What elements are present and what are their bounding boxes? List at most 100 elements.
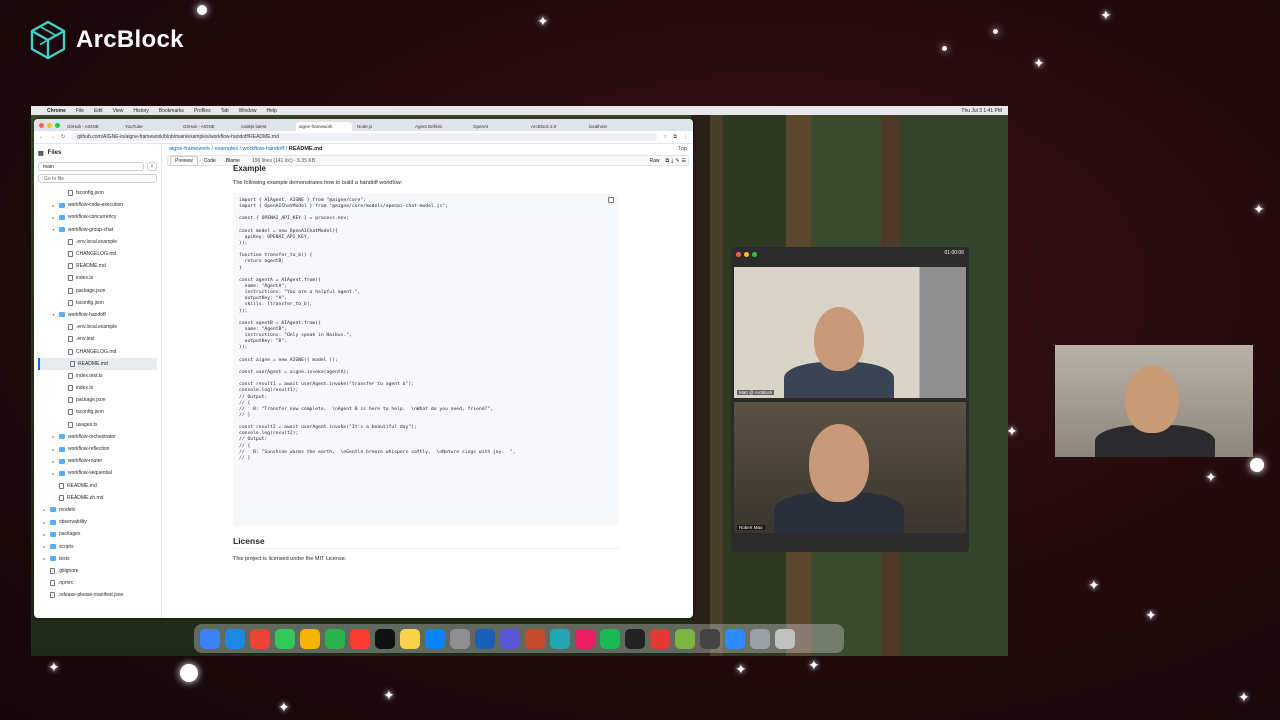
- browser-tab[interactable]: Node.js: [354, 122, 410, 131]
- terminal-icon[interactable]: [625, 628, 645, 649]
- notes-icon[interactable]: [400, 628, 420, 649]
- menu-item[interactable]: Window: [239, 108, 257, 114]
- outline-list-icon[interactable]: ☰: [682, 158, 686, 164]
- url-field[interactable]: github.com/AIGNE-io/aigne-framework/blob…: [71, 133, 657, 141]
- menu-item[interactable]: Help: [266, 108, 276, 114]
- tree-file[interactable]: package.json: [38, 285, 157, 297]
- settings-icon[interactable]: [450, 628, 470, 649]
- star-bookmark-icon[interactable]: ☆: [663, 134, 667, 140]
- cursor-icon[interactable]: [500, 628, 520, 649]
- slack-icon[interactable]: [575, 628, 595, 649]
- top-link[interactable]: Top: [678, 146, 687, 152]
- minimize-call-window-button[interactable]: [744, 252, 749, 257]
- powerpoint-icon[interactable]: [650, 628, 670, 649]
- tree-folder[interactable]: ▸ workflow-reflection: [38, 443, 157, 455]
- menu-item[interactable]: Profiles: [194, 108, 211, 114]
- browser-tab[interactable]: Agent Definiti: [412, 122, 468, 131]
- go-to-file-input[interactable]: Go to file: [38, 174, 157, 183]
- reload-icon[interactable]: ↻: [61, 134, 65, 140]
- tree-folder[interactable]: ▸ tests: [38, 553, 157, 565]
- arcblock-app-icon[interactable]: [525, 628, 545, 649]
- tree-folder[interactable]: ▾ workflow-handoff: [38, 309, 157, 321]
- tree-file[interactable]: index.test.ts: [38, 370, 157, 382]
- tree-file[interactable]: tsconfig.json: [38, 406, 157, 418]
- app-icon[interactable]: [675, 628, 695, 649]
- sidebar-toggle-icon[interactable]: ▤: [38, 150, 44, 157]
- branch-selector[interactable]: main: [38, 162, 144, 171]
- spotify-icon[interactable]: [600, 628, 620, 649]
- search-icon[interactable]: ⌕: [147, 162, 157, 171]
- tree-file[interactable]: README.md: [38, 260, 157, 272]
- tree-file[interactable]: CHANGELOG.md: [38, 248, 157, 260]
- tree-file[interactable]: tsconfig.json: [38, 297, 157, 309]
- tree-folder[interactable]: ▸ workflow-sequential: [38, 467, 157, 479]
- zoom-call-window-button[interactable]: [752, 252, 757, 257]
- tab-preview[interactable]: Preview: [170, 155, 198, 166]
- tree-file[interactable]: index.ts: [38, 382, 157, 394]
- appletv-icon[interactable]: [375, 628, 395, 649]
- tree-folder[interactable]: ▸ models: [38, 504, 157, 516]
- zoom-icon[interactable]: [725, 628, 745, 649]
- browser-tab[interactable]: GitHub - AIGNE: [180, 122, 236, 131]
- breadcrumb-path[interactable]: / examples / workflow-handoff /: [210, 146, 289, 152]
- calendar-icon[interactable]: [350, 628, 370, 649]
- app-icon[interactable]: [700, 628, 720, 649]
- browser-tab[interactable]: OpenAI: [470, 122, 526, 131]
- app-icon[interactable]: [550, 628, 570, 649]
- menubar-clock[interactable]: Thu Jul 3 1:41 PM: [961, 108, 1008, 114]
- copy-raw-icon[interactable]: ⧉: [666, 158, 670, 164]
- menu-item[interactable]: View: [113, 108, 124, 114]
- tree-folder[interactable]: ▸ packages: [38, 528, 157, 540]
- tree-file[interactable]: README.md: [38, 357, 157, 370]
- finder-icon[interactable]: [200, 628, 220, 649]
- tree-file[interactable]: index.ts: [38, 272, 157, 284]
- close-window-button[interactable]: [39, 123, 44, 128]
- participant-video[interactable]: Robert Mao: [734, 402, 966, 533]
- preview-icon[interactable]: [750, 628, 770, 649]
- menu-item[interactable]: Bookmarks: [159, 108, 184, 114]
- chrome-icon[interactable]: [250, 628, 270, 649]
- browser-tab[interactable]: GitHub - AIGNE: [64, 122, 120, 131]
- facetime-icon[interactable]: [325, 628, 345, 649]
- edit-pencil-icon[interactable]: ✎: [675, 158, 679, 164]
- tree-folder[interactable]: ▸ observability: [38, 516, 157, 528]
- tree-file[interactable]: .release-please-manifest.json: [38, 589, 157, 601]
- tree-file[interactable]: usages.ts: [38, 419, 157, 431]
- tree-file[interactable]: CHANGELOG.md: [38, 345, 157, 357]
- tree-folder[interactable]: ▸ workflow-orchestrator: [38, 431, 157, 443]
- tab-code[interactable]: Code: [200, 157, 220, 165]
- menu-item[interactable]: File: [76, 108, 84, 114]
- more-menu-icon[interactable]: ⋮: [683, 134, 688, 140]
- menu-item[interactable]: History: [133, 108, 149, 114]
- copy-code-icon[interactable]: [608, 197, 614, 203]
- menu-item[interactable]: Edit: [94, 108, 103, 114]
- close-call-window-button[interactable]: [736, 252, 741, 257]
- photos-icon[interactable]: [300, 628, 320, 649]
- tree-file[interactable]: README.md: [38, 480, 157, 492]
- tree-file[interactable]: tsconfig.json: [38, 187, 157, 199]
- zoom-window-button[interactable]: [55, 123, 60, 128]
- browser-tab-active[interactable]: aigne-framework: [296, 122, 352, 131]
- browser-tab[interactable]: localhost: [586, 122, 642, 131]
- browser-tab[interactable]: YouTube: [122, 122, 178, 131]
- tree-file[interactable]: .env.local.example: [38, 321, 157, 333]
- tree-file[interactable]: package.json: [38, 394, 157, 406]
- extensions-icon[interactable]: ⧉: [673, 134, 677, 140]
- tree-file[interactable]: .npmrc: [38, 577, 157, 589]
- tree-file[interactable]: .env.local.example: [38, 236, 157, 248]
- appstore-icon[interactable]: [425, 628, 445, 649]
- tree-folder[interactable]: ▸ workflow-code-execution: [38, 199, 157, 211]
- tree-file[interactable]: .env.test: [38, 333, 157, 345]
- tree-folder[interactable]: ▸ workflow-concurrency: [38, 211, 157, 223]
- browser-tab[interactable]: ArcBlock 2.0: [528, 122, 584, 131]
- messages-icon[interactable]: [275, 628, 295, 649]
- tree-folder[interactable]: ▾ workflow-group-chat: [38, 224, 157, 236]
- browser-tab[interactable]: nodejs latest: [238, 122, 294, 131]
- forward-arrow-icon[interactable]: →: [50, 134, 55, 140]
- participant-video[interactable]: Matt @ ArcBlock: [734, 267, 966, 398]
- safari-icon[interactable]: [225, 628, 245, 649]
- menu-item[interactable]: Chrome: [47, 108, 66, 114]
- tree-folder[interactable]: ▸ workflow-router: [38, 455, 157, 467]
- back-arrow-icon[interactable]: ←: [39, 134, 44, 140]
- tree-folder[interactable]: ▸ scripts: [38, 540, 157, 552]
